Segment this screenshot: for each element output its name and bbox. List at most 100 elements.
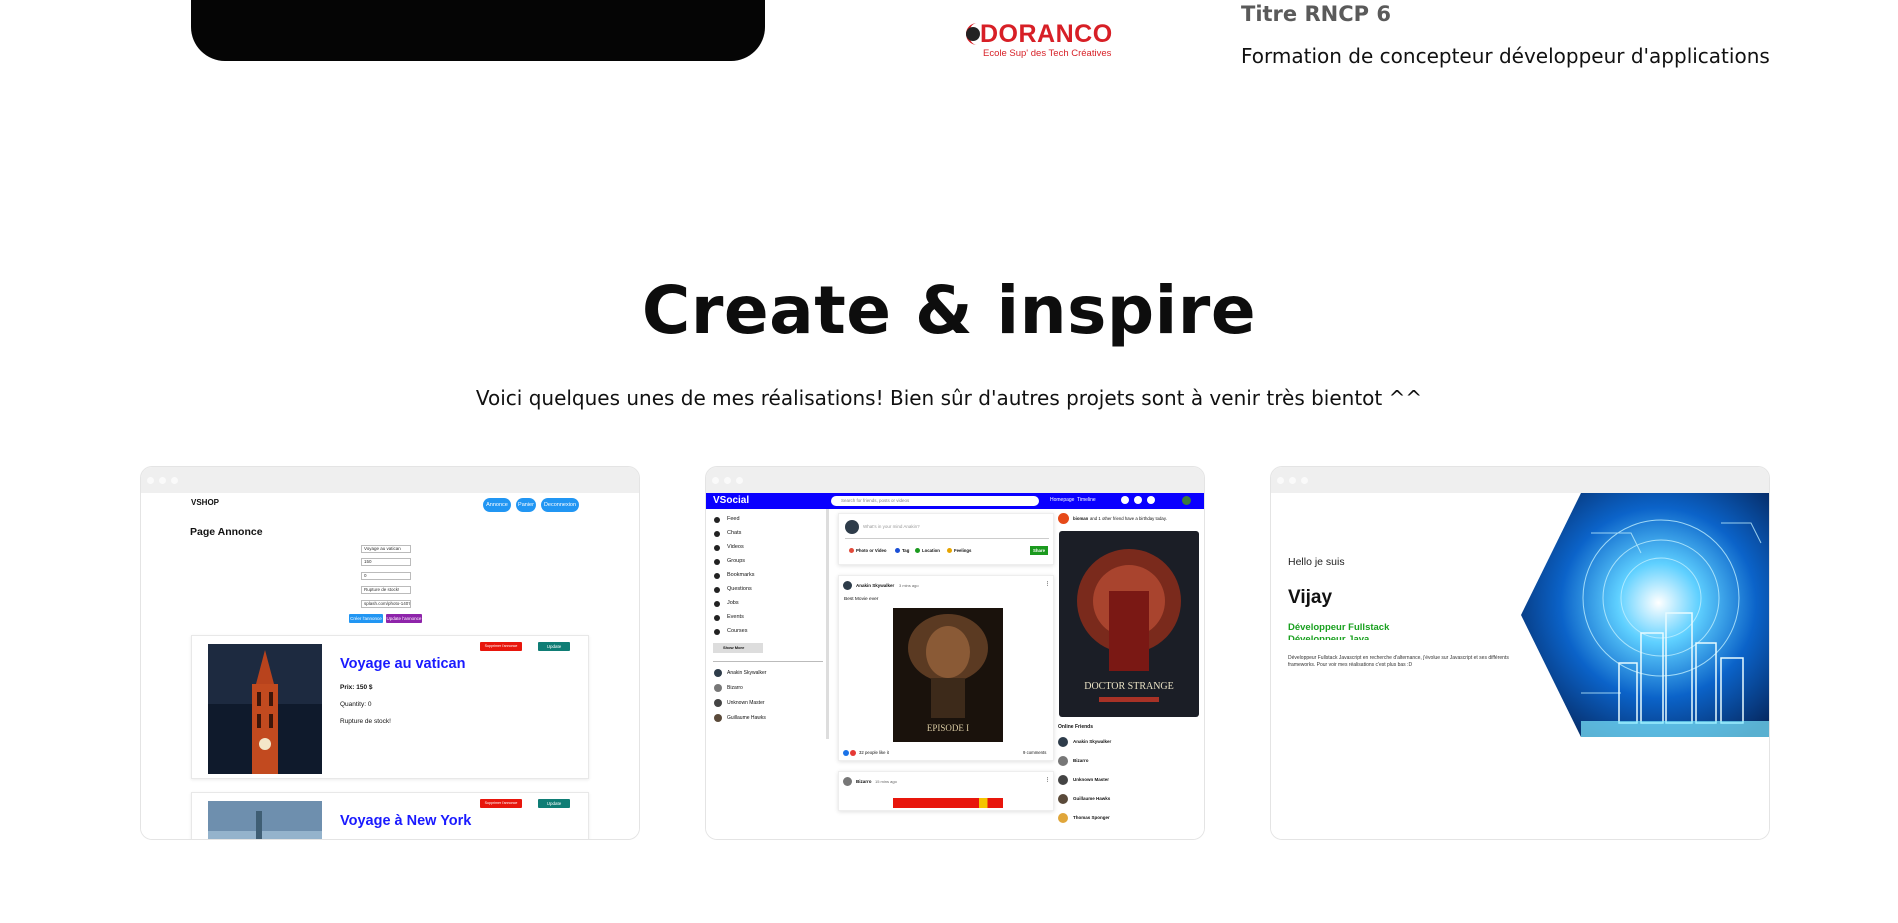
item-title: Voyage à New York xyxy=(340,813,472,829)
avatar xyxy=(845,520,859,534)
browser-chrome xyxy=(706,467,1204,493)
more-icon: ⋮ xyxy=(1045,581,1050,587)
delete-button: Supprimer l'annonce xyxy=(480,642,522,651)
avatar xyxy=(843,777,852,786)
post-time: 3 mins ago xyxy=(899,583,919,588)
logo-tagline: Ecole Sup' des Tech Créatives xyxy=(983,48,1112,59)
hero-role: Développeur Fullstack xyxy=(1288,622,1390,633)
form-field: 150 xyxy=(361,558,411,566)
group-icon xyxy=(714,559,720,565)
vsocial-brand: VSocial xyxy=(713,495,750,506)
avatar xyxy=(714,714,722,722)
window-dot-icon xyxy=(724,477,731,484)
logo-word: DORANCO xyxy=(980,20,1113,48)
hero-role-secondary: Développeur Java xyxy=(1288,634,1370,640)
form-field: splash.com/photo-1407 xyxy=(361,600,411,608)
avatar xyxy=(714,699,722,707)
form-field: Voyage au vatican xyxy=(361,545,411,553)
portfolio-page: DORANCO Ecole Sup' des Tech Créatives Ti… xyxy=(0,0,1898,923)
post-comments: 9 comments xyxy=(1023,750,1047,755)
create-button: Créer l'annonce xyxy=(349,614,383,623)
delete-button: Supprimer l'annonce xyxy=(480,799,522,808)
nav-annonce-button: Annonce xyxy=(483,498,511,512)
nav-timeline: Timeline xyxy=(1077,497,1096,503)
nav-homepage: Homepage xyxy=(1050,497,1075,503)
chat-icon xyxy=(714,531,720,537)
rncp-subtitle: Formation de concepteur développeur d'ap… xyxy=(1241,44,1770,68)
vsocial-rightbar: bioman and 1 other friend have a birthda… xyxy=(1058,509,1204,839)
item-price: Prix: 150 $ xyxy=(340,684,373,691)
vsocial-topbar: VSocial Search for friends, posts or vid… xyxy=(706,493,1204,509)
question-icon xyxy=(714,587,720,593)
post-image xyxy=(893,798,1003,808)
divider xyxy=(713,661,823,662)
project-screenshot: Hello je suis Vijay Développeur Fullstac… xyxy=(1271,493,1769,839)
online-friend-name: Unknown Master xyxy=(1073,777,1110,782)
window-dot-icon xyxy=(147,477,154,484)
video-icon xyxy=(714,545,720,551)
post-time: 15 mins ago xyxy=(875,779,897,784)
notification-icon xyxy=(1147,496,1155,504)
project-card-vshop[interactable]: VSHOP Annonce Panier Deconnexion Page An… xyxy=(140,466,640,840)
window-dot-icon xyxy=(712,477,719,484)
photo-icon xyxy=(849,548,854,553)
section-title: Create & inspire xyxy=(641,272,1257,349)
browser-chrome xyxy=(141,467,639,493)
hero-greeting: Hello je suis xyxy=(1288,556,1345,568)
avatar xyxy=(1058,794,1068,804)
vatican-photo xyxy=(208,644,322,774)
scrollbar xyxy=(826,509,829,739)
online-friend-name: Bizarro xyxy=(1073,758,1089,763)
feelings-icon xyxy=(947,548,952,553)
avatar xyxy=(714,669,722,677)
birthday-text: and 1 other friend have a birthday today… xyxy=(1090,516,1167,521)
course-icon xyxy=(714,629,720,635)
friend-name: Guillaume Hawks xyxy=(727,715,766,721)
friend-name: Anakin Skywalker xyxy=(727,670,767,676)
share-box: What's in your mind Anakin? Photo or Vid… xyxy=(838,513,1054,565)
share-option: Location xyxy=(922,548,940,553)
online-friend-name: Guillaume Hawks xyxy=(1073,796,1111,801)
window-dot-icon xyxy=(736,477,743,484)
event-icon xyxy=(714,615,720,621)
update-button: Update xyxy=(538,642,570,651)
tag-icon xyxy=(895,548,900,553)
form-field: 0 xyxy=(361,572,411,580)
more-icon: ⋮ xyxy=(1045,777,1050,783)
feed-icon xyxy=(714,517,720,523)
update-button: Update xyxy=(538,799,570,808)
vshop-item: Voyage au vatican Prix: 150 $ Quantity: … xyxy=(191,635,589,779)
friend-name: Bizarro xyxy=(727,685,743,691)
nav-deconnexion-button: Deconnexion xyxy=(541,498,579,512)
window-dot-icon xyxy=(1301,477,1308,484)
friend-name: Unknown Master xyxy=(727,700,765,706)
episode-one-poster: EPISODE I xyxy=(893,608,1003,742)
nav-panier-button: Panier xyxy=(516,498,536,512)
birthday-name: bioman xyxy=(1073,516,1089,521)
share-placeholder: What's in your mind Anakin? xyxy=(863,524,920,529)
share-button: Share xyxy=(1030,546,1048,555)
item-quantity: Quantity: 0 xyxy=(340,701,372,708)
doctor-strange-poster: DOCTOR STRANGE xyxy=(1059,531,1199,717)
svg-text:EPISODE I: EPISODE I xyxy=(927,723,969,733)
heart-icon xyxy=(850,750,856,756)
avatar xyxy=(1058,775,1068,785)
item-title: Voyage au vatican xyxy=(340,656,466,672)
vsocial-sidebar: Feed Chats Videos Groups Bookmarks Quest… xyxy=(706,509,830,839)
jobs-icon xyxy=(714,601,720,607)
svg-text:DOCTOR STRANGE: DOCTOR STRANGE xyxy=(1084,681,1174,692)
post-text: Best Movie ever xyxy=(844,597,879,602)
post: Bizarro 15 mins ago ⋮ xyxy=(838,771,1054,811)
post-author: Anakin Skywalker xyxy=(856,583,895,588)
vshop-item: Voyage à New York Supprimer l'annonce Up… xyxy=(191,792,589,839)
window-dot-icon xyxy=(171,477,178,484)
bookmark-icon xyxy=(714,573,720,579)
project-card-vsocial[interactable]: VSocial Search for friends, posts or vid… xyxy=(705,466,1205,840)
chat-icon xyxy=(1134,496,1142,504)
project-screenshot: VSocial Search for friends, posts or vid… xyxy=(706,493,1204,839)
project-card-portfolio[interactable]: Hello je suis Vijay Développeur Fullstac… xyxy=(1270,466,1770,840)
post-author: Bizarro xyxy=(856,779,872,784)
avatar xyxy=(1182,496,1191,505)
person-icon xyxy=(1121,496,1129,504)
post-likes: 32 people like it xyxy=(859,750,889,755)
